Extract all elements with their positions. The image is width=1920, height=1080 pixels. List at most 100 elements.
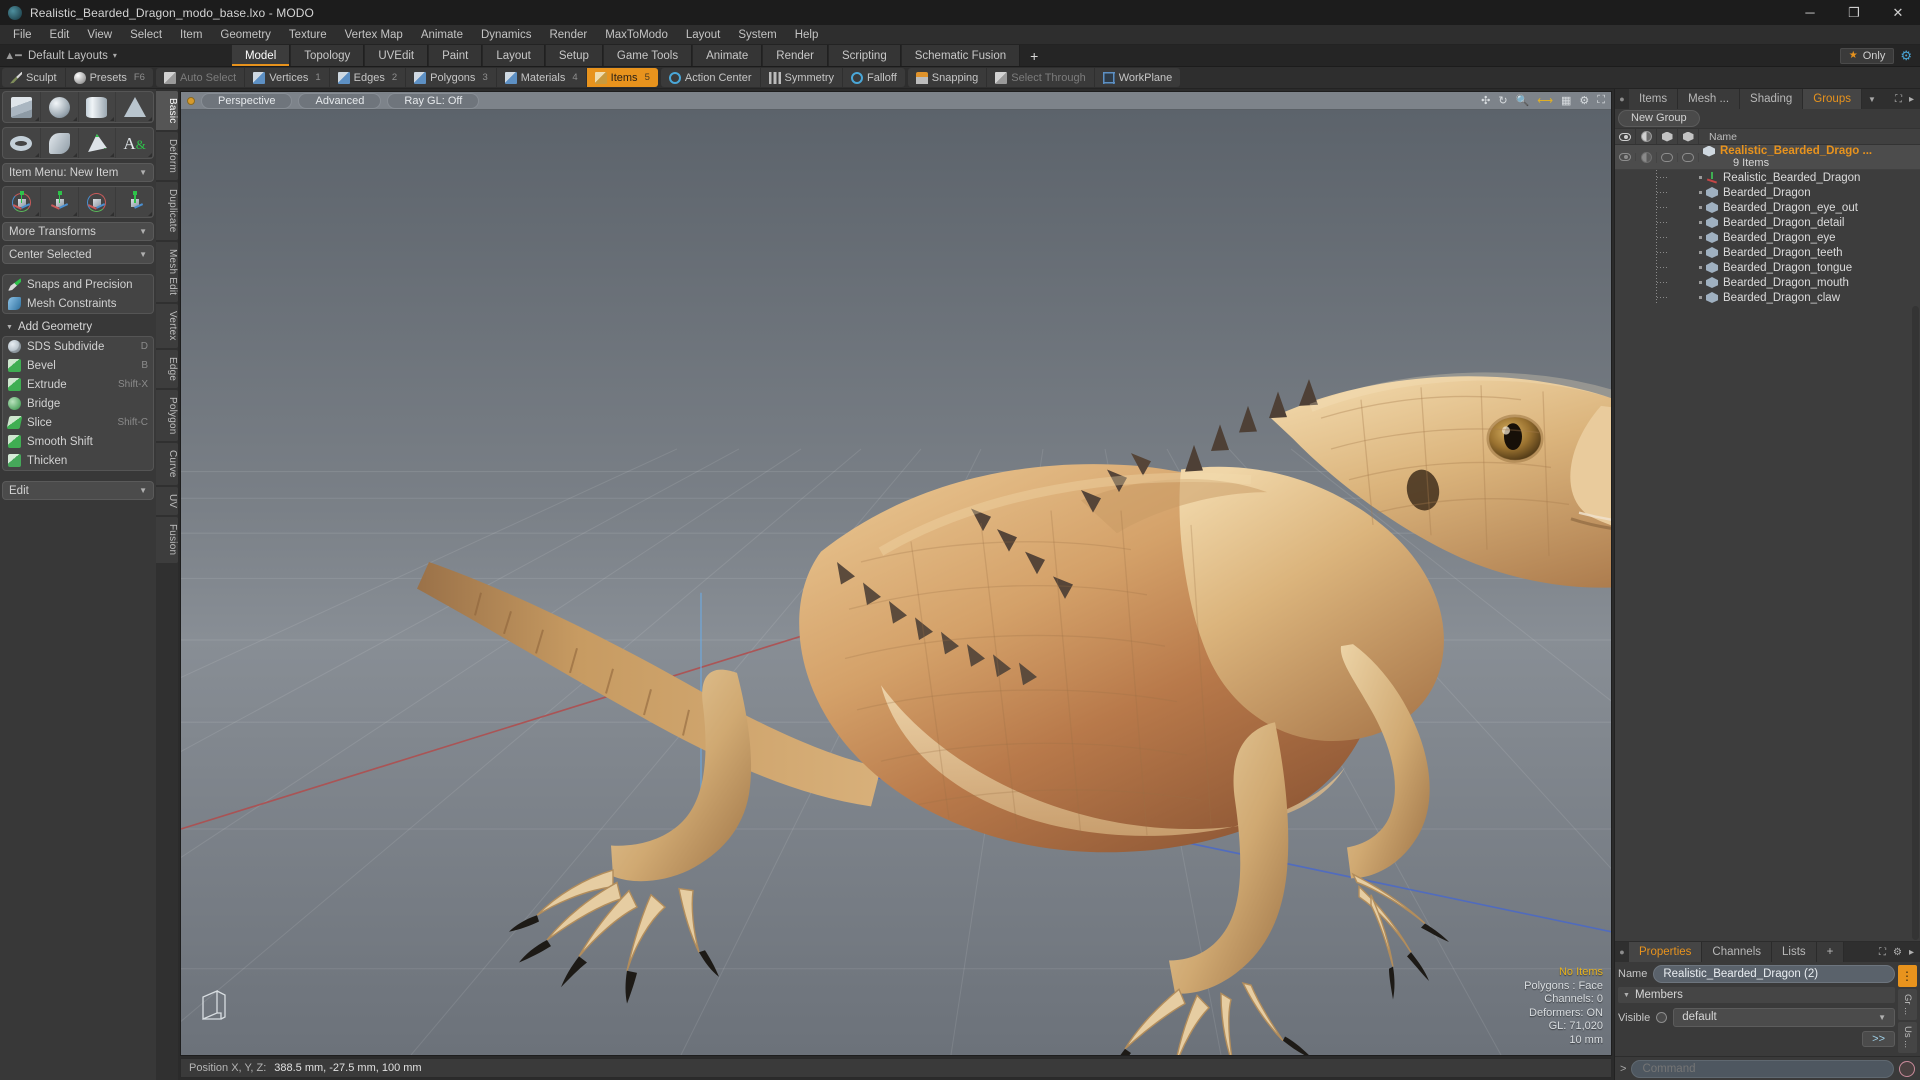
sidebar-item-duplicate[interactable]: Duplicate — [156, 182, 178, 240]
menu-file[interactable]: File — [4, 25, 41, 45]
name-input[interactable]: Realistic_Bearded_Dragon (2) — [1653, 965, 1895, 983]
viewport-expand-icon[interactable]: ⛶ — [1597, 94, 1605, 107]
close-button[interactable]: ✕ — [1876, 0, 1920, 25]
group-render-toggle[interactable] — [1636, 151, 1657, 163]
menu-system[interactable]: System — [729, 25, 785, 45]
add-geometry-header[interactable]: ▼ Add Geometry — [2, 318, 154, 336]
properties-gear-icon[interactable]: ⚙ — [1893, 947, 1902, 958]
tab-scripting[interactable]: Scripting — [827, 45, 901, 66]
sidebar-item-edge[interactable]: Edge — [156, 349, 178, 388]
side-tab-groups[interactable]: Gr ... — [1898, 989, 1917, 1020]
tree-item-bearded-dragon-tongue[interactable]: Bearded_Dragon_tongue — [1615, 260, 1920, 275]
tree-item-bearded-dragon-mouth[interactable]: Bearded_Dragon_mouth — [1615, 275, 1920, 290]
snapping-button[interactable]: Snapping — [908, 68, 988, 87]
sds-subdivide-item[interactable]: SDS Subdivide D — [3, 337, 153, 356]
presets-button[interactable]: Presets F6 — [66, 68, 153, 87]
menu-texture[interactable]: Texture — [280, 25, 336, 45]
tree-item-bearded-dragon-detail[interactable]: Bearded_Dragon_detail — [1615, 215, 1920, 230]
tab-uvedit[interactable]: UVEdit — [364, 45, 429, 66]
only-toggle[interactable]: ★ Only — [1839, 47, 1895, 64]
sidebar-item-deform[interactable]: Deform — [156, 132, 178, 181]
zoom-icon[interactable]: 🔍 — [1516, 94, 1530, 107]
visible-select[interactable]: default ▼ — [1673, 1008, 1895, 1027]
sphere-primitive-icon[interactable] — [41, 92, 79, 122]
torus-primitive-icon[interactable] — [3, 128, 41, 158]
falloff-button[interactable]: Falloff — [843, 68, 905, 87]
bevel-item[interactable]: Bevel B — [3, 356, 153, 375]
maximize-button[interactable]: ❐ — [1832, 0, 1876, 25]
properties-add-tab[interactable]: + — [1816, 942, 1845, 962]
tab-topology[interactable]: Topology — [290, 45, 365, 66]
command-record-icon[interactable] — [1899, 1060, 1915, 1077]
menu-vertex-map[interactable]: Vertex Map — [336, 25, 412, 45]
sidebar-item-curve[interactable]: Curve — [156, 443, 178, 486]
rotate-icon[interactable]: ↻ — [1498, 94, 1507, 107]
tree-item-bearded-dragon-eye-out[interactable]: Bearded_Dragon_eye_out — [1615, 200, 1920, 215]
snaps-and-precision-item[interactable]: Snaps and Precision — [3, 275, 153, 294]
members-section-header[interactable]: ▼ Members — [1618, 987, 1895, 1003]
pan-icon[interactable]: ✣ — [1481, 94, 1490, 107]
more-transforms-dropdown[interactable]: More Transforms ▼ — [2, 222, 154, 241]
tab-items[interactable]: Items — [1629, 89, 1679, 109]
tab-groups[interactable]: Groups — [1803, 89, 1862, 109]
tab-schematic-fusion[interactable]: Schematic Fusion — [900, 45, 1021, 66]
slice-item[interactable]: Slice Shift-C — [3, 413, 153, 432]
menu-select[interactable]: Select — [121, 25, 171, 45]
tab-render[interactable]: Render — [762, 45, 828, 66]
extrude-item[interactable]: Extrude Shift-X — [3, 375, 153, 394]
tab-mesh[interactable]: Mesh ... — [1678, 89, 1741, 109]
transform-gizmo-icon[interactable] — [3, 187, 41, 217]
vertices-button[interactable]: Vertices 1 — [245, 68, 330, 87]
edges-button[interactable]: Edges 2 — [330, 68, 407, 87]
materials-button[interactable]: Materials 4 — [497, 68, 587, 87]
group-shape-toggle[interactable] — [1657, 152, 1678, 162]
tree-item-bearded-dragon[interactable]: Bearded_Dragon — [1615, 185, 1920, 200]
polygon-primitive-icon[interactable] — [79, 128, 117, 158]
lock-column-header[interactable] — [1678, 129, 1699, 144]
cube-primitive-icon[interactable] — [3, 92, 41, 122]
shape-column-header[interactable] — [1657, 129, 1678, 144]
default-layouts-dropdown[interactable]: Default Layouts ▾ — [26, 45, 127, 66]
new-group-button[interactable]: New Group — [1618, 110, 1700, 127]
minimize-button[interactable]: ─ — [1788, 0, 1832, 25]
menu-maxtomodo[interactable]: MaxToModo — [596, 25, 677, 45]
workplane-button[interactable]: WorkPlane — [1095, 68, 1181, 87]
viewport-gear-icon[interactable]: ⚙ — [1579, 94, 1589, 107]
spiral-primitive-icon[interactable] — [41, 128, 79, 158]
panel-menu-icon[interactable]: ● — [1615, 89, 1629, 109]
action-center-button[interactable]: Action Center — [661, 68, 761, 87]
properties-arrow-icon[interactable]: ▸ — [1909, 947, 1914, 958]
tree-item-bearded-dragon-teeth[interactable]: Bearded_Dragon_teeth — [1615, 245, 1920, 260]
tab-layout[interactable]: Layout — [482, 45, 545, 66]
group-tree-scrollbar[interactable] — [1912, 306, 1919, 940]
properties-menu-icon[interactable]: ● — [1615, 942, 1629, 962]
viewport-menu-icon[interactable] — [187, 96, 195, 105]
tab-setup[interactable]: Setup — [544, 45, 603, 66]
scale-gizmo-icon[interactable] — [116, 187, 153, 217]
visible-radio[interactable] — [1656, 1012, 1668, 1023]
menu-render[interactable]: Render — [540, 25, 596, 45]
command-input[interactable] — [1631, 1059, 1894, 1078]
properties-expand-icon[interactable]: ⛶ — [1879, 947, 1886, 958]
sidebar-item-basic[interactable]: Basic — [156, 91, 178, 131]
polygons-button[interactable]: Polygons 3 — [406, 68, 497, 87]
visibility-column-header[interactable] — [1615, 129, 1636, 144]
auto-select-button[interactable]: Auto Select — [156, 68, 246, 87]
viewport-advanced-button[interactable]: Advanced — [298, 92, 382, 109]
group-visibility-toggle[interactable] — [1615, 153, 1636, 161]
move-gizmo-icon[interactable] — [41, 187, 79, 217]
menu-view[interactable]: View — [78, 25, 121, 45]
add-tab-button[interactable]: + — [1020, 45, 1049, 66]
tab-properties[interactable]: Properties — [1629, 942, 1703, 962]
viewport-perspective-button[interactable]: Perspective — [201, 92, 293, 109]
bridge-item[interactable]: Bridge — [3, 394, 153, 413]
rotate-gizmo-icon[interactable] — [79, 187, 117, 217]
sculpt-button[interactable]: Sculpt — [2, 68, 66, 87]
viewport-raygl-button[interactable]: Ray GL: Off — [387, 92, 480, 109]
gear-icon[interactable]: ⚙ — [1900, 48, 1912, 64]
tab-animate[interactable]: Animate — [692, 45, 763, 66]
items-button[interactable]: Items 5 — [586, 68, 658, 87]
menu-edit[interactable]: Edit — [41, 25, 79, 45]
tab-channels[interactable]: Channels — [1702, 942, 1773, 962]
edit-dropdown[interactable]: Edit ▼ — [2, 481, 154, 500]
